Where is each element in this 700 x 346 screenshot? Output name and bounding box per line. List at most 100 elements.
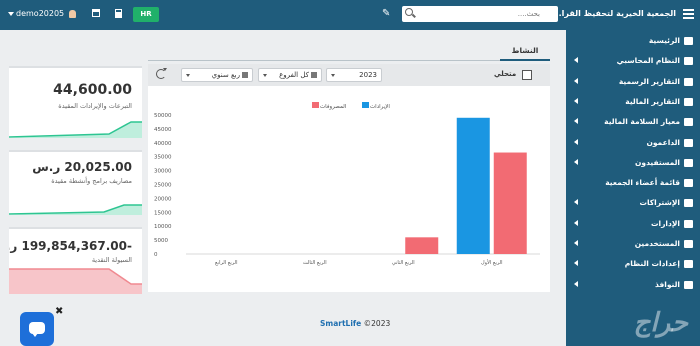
legend-label[interactable]: المصروفات bbox=[320, 104, 347, 110]
sidebar-item[interactable]: التقارير الرسمية bbox=[566, 73, 700, 92]
chart-icon bbox=[684, 118, 693, 127]
sidebar-item-label: الرئيسية bbox=[648, 36, 680, 45]
filter-checkbox-label: متحلي bbox=[494, 70, 517, 78]
y-tick-label: 20000 bbox=[154, 196, 172, 202]
building-icon bbox=[311, 72, 317, 78]
sidebar-item-label: المستخدمين bbox=[634, 239, 680, 248]
hr-button[interactable]: HR bbox=[133, 7, 159, 22]
close-icon[interactable]: ✖ bbox=[55, 306, 63, 317]
sidebar-item[interactable]: الإدارات bbox=[566, 215, 700, 234]
tab-divider bbox=[148, 60, 550, 61]
pen-icon[interactable]: ✎ bbox=[382, 8, 390, 19]
sidebar-item-label: إعدادات النظام bbox=[624, 259, 680, 269]
chat-widget-button[interactable] bbox=[20, 312, 54, 346]
sidebar-item[interactable]: الرئيسية bbox=[566, 32, 700, 51]
branch-select[interactable]: كل الفروع bbox=[258, 68, 322, 82]
users-icon bbox=[684, 199, 693, 208]
cubes-icon bbox=[684, 280, 693, 289]
home-icon bbox=[684, 37, 693, 45]
legend-swatch bbox=[312, 102, 319, 108]
stat-value: 20,025.00 ر.س bbox=[32, 160, 132, 174]
chart-icon bbox=[684, 77, 693, 86]
sidebar-item[interactable]: معيار السلامة المالية bbox=[566, 113, 700, 132]
y-tick-label: 40000 bbox=[154, 141, 172, 147]
x-tick-label: الربع الأول bbox=[481, 259, 503, 266]
stat-sparkline bbox=[9, 268, 142, 294]
chevron-left-icon bbox=[574, 280, 578, 287]
sidebar-item-label: النوافذ bbox=[655, 279, 680, 289]
list-icon bbox=[684, 158, 693, 167]
stat-label: التبرعات والإيرادات المقيدة bbox=[58, 102, 132, 110]
sidebar-item[interactable]: الإشتراكات bbox=[566, 194, 700, 213]
sidebar-item-label: التقارير المالية bbox=[625, 96, 680, 106]
top-bar: الجمعية الخيرية لتحفيظ القرا... ✎ demo20… bbox=[0, 0, 700, 30]
sidebar-item[interactable]: المستفيدون bbox=[566, 154, 700, 173]
refresh-icon[interactable] bbox=[156, 68, 167, 79]
bar-expenses[interactable] bbox=[493, 152, 527, 254]
y-tick-label: 30000 bbox=[154, 169, 172, 175]
stat-label: مصاريف برامج وأنشطة مقيدة bbox=[51, 177, 132, 185]
y-tick-label: 25000 bbox=[154, 183, 172, 189]
y-tick-label: 10000 bbox=[154, 224, 172, 230]
sparkline-area bbox=[9, 269, 142, 294]
stat-card-liquidity: -199,854,367.00 ر.س السيولة النقدية bbox=[9, 227, 142, 294]
sidebar-item-label: الإشتراكات bbox=[639, 198, 680, 208]
watermark-logo: حراج bbox=[633, 308, 688, 338]
sidebar-item[interactable]: النوافذ bbox=[566, 276, 700, 295]
sidebar-item[interactable]: إعدادات النظام bbox=[566, 255, 700, 274]
chat-icon bbox=[29, 322, 45, 337]
sidebar-item-label: الإدارات bbox=[650, 218, 680, 228]
menu-icon[interactable] bbox=[683, 9, 694, 19]
sidebar-item[interactable]: النظام المحاسبي bbox=[566, 52, 700, 71]
chevron-left-icon bbox=[574, 158, 578, 165]
sidebar-item-label: قائمة أعضاء الجمعية bbox=[605, 178, 680, 188]
year-select[interactable]: 2023 bbox=[326, 68, 382, 82]
y-tick-label: 35000 bbox=[154, 155, 172, 161]
chevron-left-icon bbox=[574, 57, 578, 64]
filter-checkbox[interactable] bbox=[522, 70, 532, 80]
stat-label: السيولة النقدية bbox=[91, 256, 132, 264]
sidebar-item[interactable]: قائمة أعضاء الجمعية bbox=[566, 174, 700, 193]
chevron-left-icon bbox=[574, 219, 578, 226]
sidebar-item[interactable]: التقارير المالية bbox=[566, 93, 700, 112]
money-icon bbox=[684, 57, 693, 66]
activity-bar-chart: 0 5000 10000 15000 20000 25000 30000 35000 40000… bbox=[154, 102, 540, 266]
search-box bbox=[402, 6, 558, 22]
users-icon bbox=[684, 179, 693, 188]
footer: SmartLife ©2023 bbox=[320, 319, 390, 328]
sidebar-item[interactable]: المستخدمين bbox=[566, 235, 700, 254]
chevron-down-icon bbox=[331, 74, 335, 77]
tab-active-indicator bbox=[500, 59, 550, 61]
chevron-left-icon bbox=[574, 138, 578, 145]
legend-swatch bbox=[362, 102, 369, 108]
chevron-left-icon bbox=[574, 77, 578, 84]
chart-icon bbox=[684, 97, 693, 106]
bar-expenses[interactable] bbox=[405, 237, 439, 254]
sidebar-item[interactable]: الداعمون bbox=[566, 134, 700, 153]
search-icon[interactable] bbox=[405, 8, 413, 16]
stat-card-programs: 20,025.00 ر.س مصاريف برامج وأنشطة مقيدة bbox=[9, 150, 142, 215]
users-icon bbox=[684, 240, 693, 248]
period-select[interactable]: ربع سنوي bbox=[181, 68, 253, 82]
footer-brand[interactable]: SmartLife bbox=[320, 319, 361, 328]
gear-icon bbox=[684, 260, 693, 269]
chevron-left-icon bbox=[574, 199, 578, 206]
x-tick-label: الربع الثالث bbox=[303, 260, 327, 266]
sidebar-item-label: النظام المحاسبي bbox=[616, 56, 680, 66]
chevron-down-icon bbox=[263, 74, 267, 77]
stat-value: 44,600.00 bbox=[53, 82, 132, 98]
sidebar-item-label: الداعمون bbox=[646, 137, 680, 147]
calendar-icon[interactable] bbox=[92, 9, 100, 17]
branch-select-value: كل الفروع bbox=[279, 71, 309, 79]
footer-copyright: ©2023 bbox=[363, 319, 391, 328]
building-icon bbox=[684, 219, 693, 228]
dollar-icon bbox=[684, 138, 693, 147]
bar-revenue[interactable] bbox=[456, 117, 490, 254]
search-input[interactable] bbox=[402, 6, 544, 22]
calculator-icon[interactable] bbox=[115, 9, 122, 18]
y-tick-label: 50000 bbox=[154, 113, 172, 119]
user-menu[interactable]: demo20205 bbox=[8, 9, 76, 18]
x-tick-label: الربع الرابع bbox=[215, 260, 237, 266]
chevron-down-icon bbox=[8, 11, 14, 16]
legend-label[interactable]: الإيرادات bbox=[370, 104, 390, 110]
